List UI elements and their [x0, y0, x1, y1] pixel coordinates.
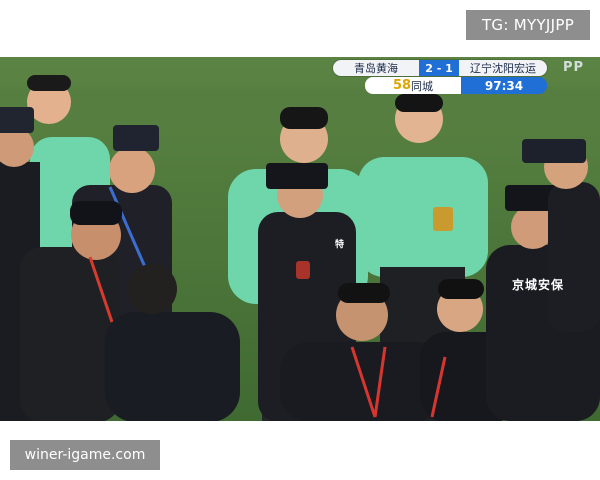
away-team-name: 辽宁沈阳宏运: [470, 62, 536, 75]
tg-watermark-text: TG: MYYJJPP: [481, 16, 575, 34]
scoreboard-teams-row: 青岛黄海 2 - 1 辽宁沈阳宏运: [333, 60, 547, 76]
police-sleeve-text: 特: [335, 240, 345, 250]
match-photo: 京城安保 特: [0, 57, 600, 421]
match-clock: 97:34: [461, 77, 547, 94]
scoreboard: 青岛黄海 2 - 1 辽宁沈阳宏运 58 同城 97:34: [333, 60, 547, 94]
site-watermark-text: winer-igame.com: [24, 447, 146, 463]
security-jacket-text: 京城安保: [511, 278, 564, 292]
scoreboard-info-row: 58 同城 97:34: [365, 77, 547, 94]
channel-name: 同城: [411, 79, 434, 93]
match-score: 2 - 1: [419, 60, 459, 76]
tg-watermark-badge: TG: MYYJJPP: [466, 10, 590, 40]
site-watermark-badge: winer-igame.com: [10, 440, 160, 470]
broadcaster-logo-mark: PP: [563, 60, 585, 75]
home-team-name: 青岛黄海: [354, 62, 398, 75]
channel-number: 58: [392, 78, 412, 93]
match-photo-scene: [0, 57, 600, 421]
channel-logo: 58 同城: [365, 77, 461, 94]
